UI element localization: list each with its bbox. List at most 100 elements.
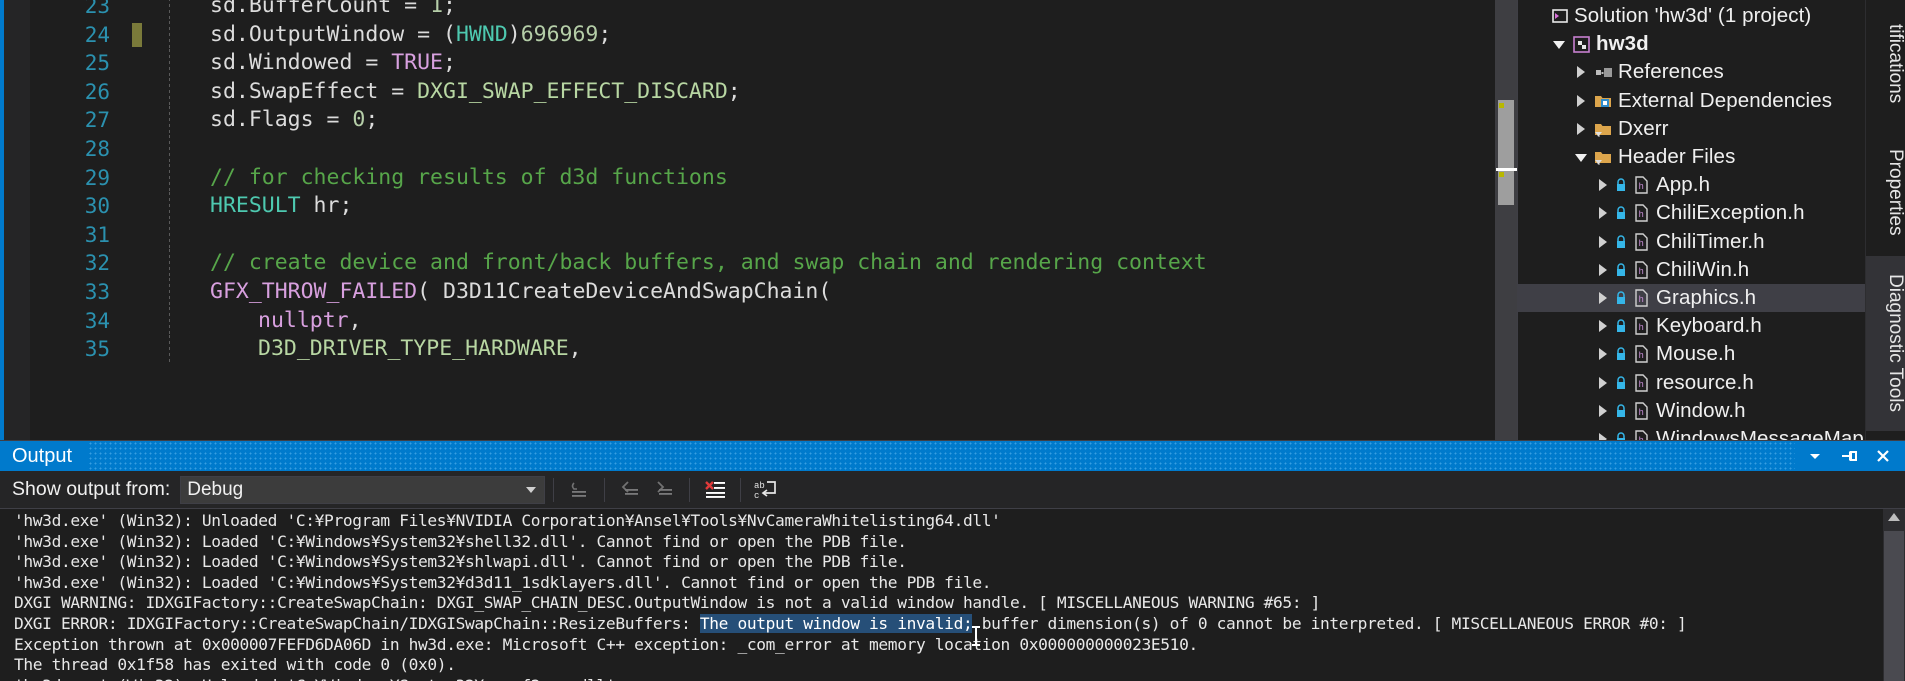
chevron-right-icon[interactable]: [1577, 94, 1585, 107]
chevron-right-icon[interactable]: [1599, 376, 1607, 389]
chevron-right-icon[interactable]: [1599, 235, 1607, 248]
tree-item-graphics-h[interactable]: h Graphics.h: [1518, 283, 1865, 313]
chevron-right-icon[interactable]: [1599, 348, 1607, 361]
code-text[interactable]: HRESULT hr;: [170, 192, 352, 221]
tab-diagnostic-tools[interactable]: Diagnostic Tools: [1866, 256, 1905, 431]
code-lines[interactable]: 23 sd.BufferCount = 1; 24 sd.OutputWindow =…: [30, 0, 1517, 364]
output-lines[interactable]: 'hw3d.exe' (Win32): Unloaded 'C:¥Program…: [14, 511, 1875, 681]
tree-expander[interactable]: [1570, 122, 1592, 135]
tree-expander[interactable]: [1592, 348, 1614, 361]
tree-expander[interactable]: [1592, 376, 1614, 389]
tree-expander[interactable]: [1592, 235, 1614, 248]
scroll-up-icon[interactable]: [1888, 513, 1900, 521]
code-text[interactable]: sd.Flags = 0;: [170, 106, 378, 135]
code-text[interactable]: nullptr,: [170, 307, 362, 336]
output-line[interactable]: 'hw3d.exe' (Win32): Unloaded 'C:¥Windows…: [14, 676, 1875, 681]
editor-scrollbar-thumb[interactable]: [1498, 100, 1514, 205]
tree-expander[interactable]: [1592, 207, 1614, 220]
chevron-right-icon[interactable]: [1599, 404, 1607, 417]
code-line[interactable]: 30 HRESULT hr;: [30, 192, 1517, 221]
tree-item-keyboard-h[interactable]: h Keyboard.h: [1518, 312, 1865, 340]
code-line[interactable]: 34 nullptr,: [30, 306, 1517, 336]
tree-item-windowsmessagemap-h[interactable]: h WindowsMessageMap.h: [1518, 425, 1865, 440]
output-line[interactable]: DXGI WARNING: IDXGIFactory::CreateSwapCh…: [14, 593, 1875, 614]
chevron-right-icon[interactable]: [1599, 207, 1607, 220]
code-text[interactable]: sd.Windowed = TRUE;: [170, 49, 456, 78]
output-line[interactable]: DXGI ERROR: IDXGIFactory::CreateSwapChai…: [14, 613, 1875, 635]
tree-item-chiliwin-h[interactable]: h ChiliWin.h: [1518, 256, 1865, 284]
chevron-right-icon[interactable]: [1599, 179, 1607, 192]
output-panel-titlebar[interactable]: Output: [0, 441, 1905, 471]
tree-item-app-h[interactable]: h App.h: [1518, 171, 1865, 199]
chevron-right-icon[interactable]: [1577, 66, 1585, 79]
code-line[interactable]: 26 sd.SwapEffect = DXGI_SWAP_EFFECT_DISCA…: [30, 77, 1517, 107]
code-line[interactable]: 25 sd.Windowed = TRUE;: [30, 49, 1517, 78]
code-editor[interactable]: 23 sd.BufferCount = 1; 24 sd.OutputWindow =…: [30, 0, 1517, 440]
tree-item-chiliexception-h[interactable]: h ChiliException.h: [1518, 199, 1865, 227]
chevron-down-icon[interactable]: [1553, 41, 1565, 50]
code-text[interactable]: GFX_THROW_FAILED( D3D11CreateDeviceAndSw…: [170, 278, 831, 307]
output-scrollbar-thumb[interactable]: [1884, 531, 1904, 681]
chevron-right-icon[interactable]: [1599, 263, 1607, 276]
editor-vertical-scrollbar[interactable]: [1495, 0, 1517, 440]
code-line[interactable]: 35 D3D_DRIVER_TYPE_HARDWARE,: [30, 335, 1517, 364]
tree-expander[interactable]: [1570, 152, 1592, 163]
code-text[interactable]: // create device and front/back buffers,…: [170, 249, 1207, 278]
chevron-right-icon[interactable]: [1577, 122, 1585, 135]
go-to-next-icon[interactable]: [647, 475, 681, 505]
code-line[interactable]: 23 sd.BufferCount = 1;: [30, 0, 1517, 21]
solution-explorer-panel[interactable]: Solution 'hw3d' (1 project) hw3d Reference…: [1517, 0, 1865, 440]
solution-tree[interactable]: Solution 'hw3d' (1 project) hw3d Reference…: [1518, 0, 1865, 440]
tab-properties[interactable]: Properties: [1866, 128, 1905, 256]
tree-expander[interactable]: [1592, 291, 1614, 304]
tree-item-header-files[interactable]: Header Files: [1518, 143, 1865, 171]
tree-item-references[interactable]: References: [1518, 58, 1865, 86]
tree-expander[interactable]: [1592, 432, 1614, 440]
code-line[interactable]: 29 // for checking results of d3d functio…: [30, 163, 1517, 193]
find-message-icon[interactable]: [562, 475, 596, 505]
code-text[interactable]: sd.BufferCount = 1;: [170, 0, 456, 21]
code-line[interactable]: 27 sd.Flags = 0;: [30, 106, 1517, 135]
tree-expander[interactable]: [1570, 66, 1592, 79]
output-vertical-scrollbar[interactable]: [1883, 509, 1905, 681]
pin-icon[interactable]: [1839, 446, 1859, 466]
code-text[interactable]: sd.OutputWindow = (HWND)696969;: [170, 21, 611, 50]
tree-item-solution-hw3d-1-project[interactable]: Solution 'hw3d' (1 project): [1518, 2, 1865, 30]
output-line[interactable]: 'hw3d.exe' (Win32): Unloaded 'C:¥Program…: [14, 511, 1875, 532]
tree-item-external-dependencies[interactable]: External Dependencies: [1518, 87, 1865, 115]
code-line[interactable]: 32 // create device and front/back buffer…: [30, 249, 1517, 278]
chevron-down-icon[interactable]: [1575, 154, 1587, 163]
tree-item-mouse-h[interactable]: h Mouse.h: [1518, 340, 1865, 368]
code-text[interactable]: // for checking results of d3d functions: [170, 164, 728, 193]
code-line[interactable]: 31: [30, 220, 1517, 250]
close-icon[interactable]: [1873, 446, 1893, 466]
tree-item-hw3d[interactable]: hw3d: [1518, 30, 1865, 58]
tree-item-chilitimer-h[interactable]: h ChiliTimer.h: [1518, 228, 1865, 256]
right-tool-window-tabs[interactable]: tifications Properties Diagnostic Tools: [1865, 0, 1905, 440]
code-line[interactable]: 24 sd.OutputWindow = (HWND)696969;: [30, 20, 1517, 50]
go-to-previous-icon[interactable]: [613, 475, 647, 505]
output-line[interactable]: The thread 0x1f58 has exited with code 0…: [14, 655, 1875, 676]
toggle-word-wrap-icon[interactable]: ab c: [749, 475, 783, 505]
output-line[interactable]: 'hw3d.exe' (Win32): Loaded 'C:¥Windows¥S…: [14, 573, 1875, 594]
chevron-right-icon[interactable]: [1599, 320, 1607, 333]
code-text[interactable]: sd.SwapEffect = DXGI_SWAP_EFFECT_DISCARD…: [170, 78, 741, 107]
tab-notifications[interactable]: tifications: [1866, 0, 1905, 128]
tree-expander[interactable]: [1592, 179, 1614, 192]
clear-all-icon[interactable]: [698, 475, 732, 505]
tree-expander[interactable]: [1592, 404, 1614, 417]
chevron-right-icon[interactable]: [1599, 291, 1607, 304]
code-line[interactable]: 33 GFX_THROW_FAILED( D3D11CreateDeviceAnd…: [30, 277, 1517, 307]
tree-item-dxerr[interactable]: Dxerr: [1518, 115, 1865, 143]
chevron-right-icon[interactable]: [1599, 432, 1607, 440]
tree-expander[interactable]: [1570, 94, 1592, 107]
tree-item-window-h[interactable]: h Window.h: [1518, 397, 1865, 425]
tree-expander[interactable]: [1592, 263, 1614, 276]
code-text[interactable]: D3D_DRIVER_TYPE_HARDWARE,: [170, 335, 582, 364]
tree-item-resource-h[interactable]: h resource.h: [1518, 368, 1865, 396]
output-line[interactable]: 'hw3d.exe' (Win32): Loaded 'C:¥Windows¥S…: [14, 532, 1875, 553]
output-source-combobox[interactable]: Debug: [180, 475, 546, 504]
chevron-down-icon[interactable]: [526, 486, 537, 493]
chevron-down-icon[interactable]: [1805, 446, 1825, 466]
output-line[interactable]: 'hw3d.exe' (Win32): Loaded 'C:¥Windows¥S…: [14, 552, 1875, 573]
